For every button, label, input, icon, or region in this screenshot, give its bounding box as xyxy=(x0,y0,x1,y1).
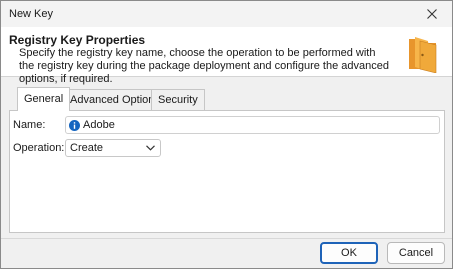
close-button[interactable] xyxy=(416,2,448,26)
window-title: New Key xyxy=(9,8,54,20)
name-label: Name: xyxy=(13,119,46,131)
tab-general[interactable]: General xyxy=(17,87,71,111)
name-field[interactable]: Adobe xyxy=(65,116,440,134)
close-icon xyxy=(427,9,437,19)
operation-select[interactable]: Create xyxy=(65,139,161,157)
chevron-down-icon xyxy=(146,145,155,151)
title-bar: New Key xyxy=(1,1,452,27)
operation-label: Operation: xyxy=(13,142,65,154)
dialog-window: New Key Registry Key Properties Specify … xyxy=(0,0,453,269)
tab-security[interactable]: Security xyxy=(151,89,205,110)
dialog-header: Registry Key Properties Specify the regi… xyxy=(1,27,452,85)
footer-divider xyxy=(1,238,452,239)
header-description: Specify the registry key name, choose th… xyxy=(19,47,389,85)
folder-icon xyxy=(409,37,437,73)
operation-value: Create xyxy=(70,142,104,154)
ok-button[interactable]: OK xyxy=(320,242,378,264)
name-value: Adobe xyxy=(83,119,115,131)
info-icon xyxy=(69,120,80,131)
header-title: Registry Key Properties xyxy=(9,33,146,47)
cancel-button[interactable]: Cancel xyxy=(387,242,445,264)
